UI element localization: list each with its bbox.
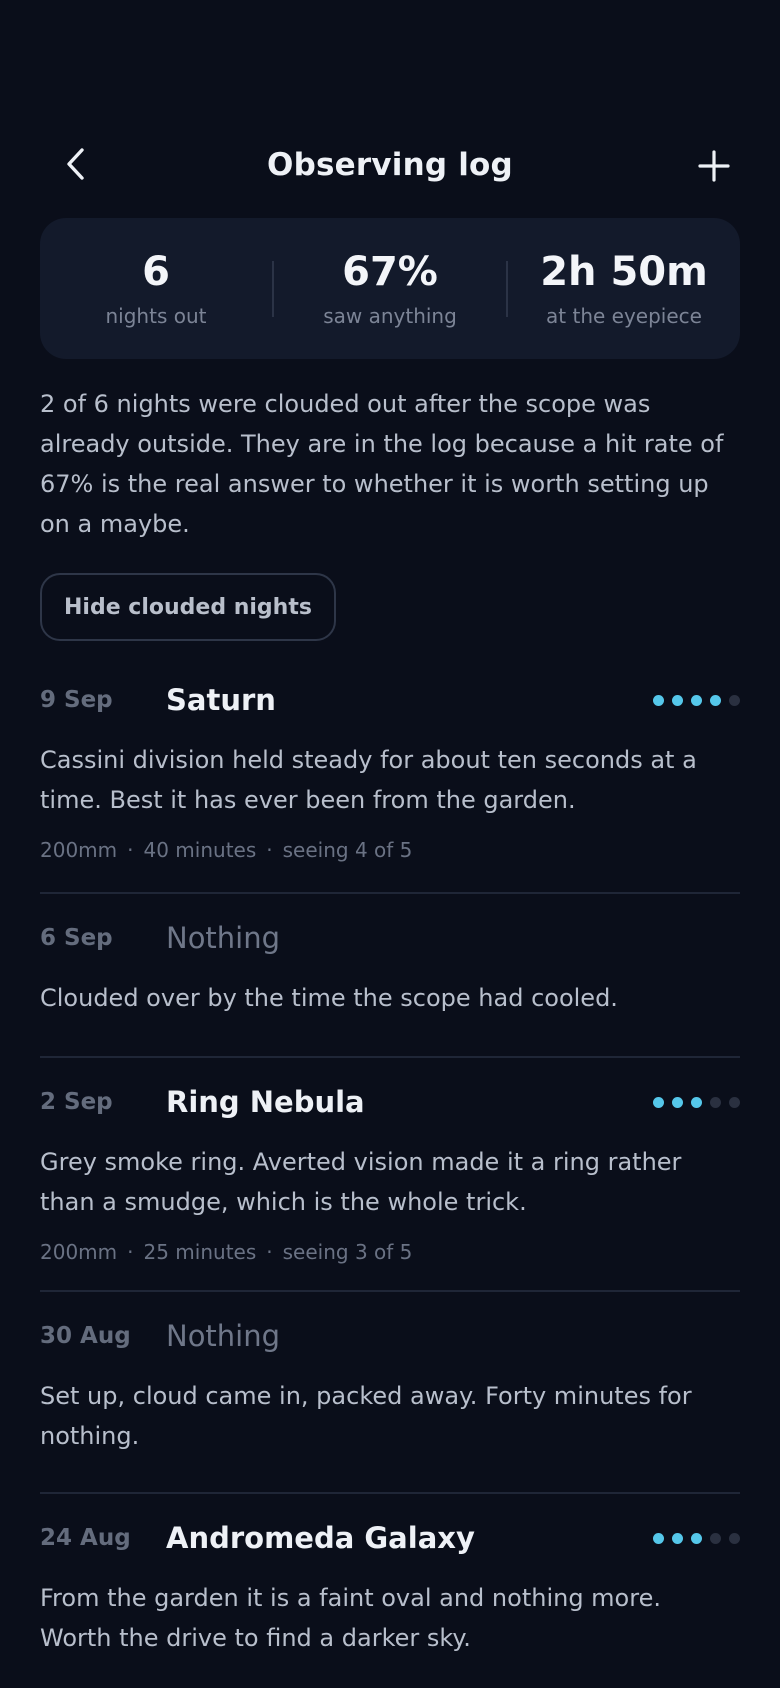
hide-clouded-nights-button[interactable]: Hide clouded nights <box>40 573 336 641</box>
rating-dot-empty <box>729 1532 740 1544</box>
entry-note: From the garden it is a faint oval and n… <box>40 1584 661 1652</box>
entry-note: Cassini division held steady for about t… <box>40 746 697 814</box>
stat-value: 2h 50m <box>540 248 708 295</box>
plus-icon <box>698 150 730 182</box>
meta-separator: · <box>266 1240 273 1264</box>
entry-aperture: 200mm <box>40 838 118 862</box>
entry-date: 2 Sep <box>40 1089 113 1115</box>
stats-card: 6 nights out 67% saw anything 2h 50m at … <box>40 218 740 359</box>
entry-target: Saturn <box>166 683 276 717</box>
stat-label: at the eyepiece <box>546 303 702 328</box>
log-entry[interactable]: 6 Sep Nothing Clouded over by the time t… <box>40 898 740 1058</box>
rating-dot-filled <box>672 1096 683 1108</box>
log-list: 9 Sep Saturn Cassini division held stead… <box>40 660 740 1678</box>
entry-header: 30 Aug Nothing <box>40 1296 740 1376</box>
entry-note: Clouded over by the time the scope had c… <box>40 984 618 1012</box>
entry-date: 9 Sep <box>40 687 113 713</box>
rating-dot-filled <box>653 1096 664 1108</box>
meta-separator: · <box>127 838 134 862</box>
meta-separator: · <box>266 838 273 862</box>
seeing-rating <box>653 694 740 706</box>
stat-nights-out: 6 nights out <box>40 250 272 328</box>
entry-target: Ring Nebula <box>166 1085 365 1119</box>
top-bar: Observing log <box>40 140 740 190</box>
entry-date: 6 Sep <box>40 925 113 951</box>
entry-header: 2 Sep Ring Nebula <box>40 1062 740 1142</box>
rating-dot-filled <box>672 694 683 706</box>
log-entry[interactable]: 9 Sep Saturn Cassini division held stead… <box>40 660 740 894</box>
meta-separator: · <box>127 1240 134 1264</box>
entry-duration: 40 minutes <box>143 838 257 862</box>
log-entry[interactable]: 30 Aug Nothing Set up, cloud came in, pa… <box>40 1296 740 1494</box>
seeing-rating <box>653 1532 740 1544</box>
rating-dot-empty <box>729 694 740 706</box>
rating-dot-filled <box>691 694 702 706</box>
back-button[interactable] <box>58 146 94 182</box>
stat-value: 6 <box>142 248 170 295</box>
rating-dot-empty <box>729 1096 740 1108</box>
page-title: Observing log <box>267 147 513 183</box>
stat-label: saw anything <box>323 303 457 328</box>
observing-log-screen: Observing log 6 nights out 67% saw anyth… <box>0 0 780 1688</box>
entry-header: 24 Aug Andromeda Galaxy <box>40 1498 740 1578</box>
entry-meta: 200mm · 40 minutes · seeing 4 of 5 <box>40 838 740 862</box>
entry-header: 9 Sep Saturn <box>40 660 740 740</box>
stat-eyepiece-time: 2h 50m at the eyepiece <box>508 250 740 328</box>
entry-note: Grey smoke ring. Averted vision made it … <box>40 1148 682 1216</box>
rating-dot-empty <box>710 1096 721 1108</box>
entry-aperture: 200mm <box>40 1240 118 1264</box>
log-entry[interactable]: 24 Aug Andromeda Galaxy From the garden … <box>40 1498 740 1678</box>
rating-dot-filled <box>653 1532 664 1544</box>
stat-saw-anything: 67% saw anything <box>274 250 506 328</box>
rating-dot-filled <box>653 694 664 706</box>
log-entry[interactable]: 2 Sep Ring Nebula Grey smoke ring. Avert… <box>40 1062 740 1292</box>
intro-text: 2 of 6 nights were clouded out after the… <box>40 390 724 538</box>
rating-dot-filled <box>691 1532 702 1544</box>
stat-label: nights out <box>105 303 207 328</box>
entry-seeing: seeing 3 of 5 <box>282 1240 413 1264</box>
entry-date: 24 Aug <box>40 1525 131 1551</box>
rating-dot-filled <box>710 694 721 706</box>
seeing-rating <box>653 1096 740 1108</box>
entry-header: 6 Sep Nothing <box>40 898 740 978</box>
entry-target: Nothing <box>166 1319 281 1353</box>
add-entry-button[interactable] <box>694 146 734 186</box>
entry-seeing: seeing 4 of 5 <box>282 838 413 862</box>
entry-duration: 25 minutes <box>143 1240 257 1264</box>
rating-dot-filled <box>691 1096 702 1108</box>
chevron-left-icon <box>67 148 84 180</box>
stat-value: 67% <box>342 248 438 295</box>
entry-meta: 200mm · 25 minutes · seeing 3 of 5 <box>40 1240 740 1264</box>
entry-note: Set up, cloud came in, packed away. Fort… <box>40 1382 692 1450</box>
rating-dot-empty <box>710 1532 721 1544</box>
entry-target: Nothing <box>166 921 281 955</box>
rating-dot-filled <box>672 1532 683 1544</box>
entry-date: 30 Aug <box>40 1323 131 1349</box>
entry-target: Andromeda Galaxy <box>166 1521 475 1555</box>
